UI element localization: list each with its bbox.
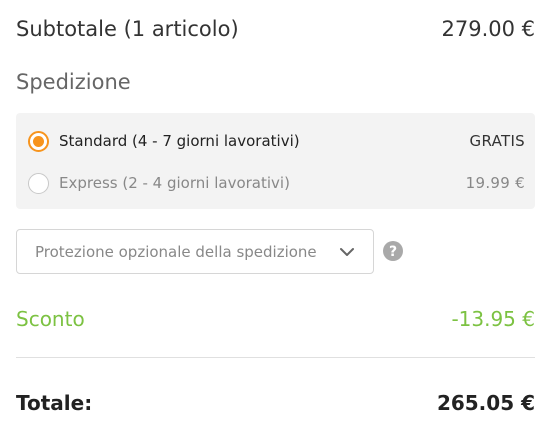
subtotal-label: Subtotale (1 articolo) (16, 17, 239, 41)
radio-standard[interactable] (28, 130, 49, 152)
shipping-protection-select[interactable]: Protezione opzionale della spedizione (16, 229, 374, 274)
subtotal-row: Subtotale (1 articolo) 279.00 € (16, 12, 535, 46)
question-circle-icon[interactable]: ? (382, 240, 404, 262)
discount-row: Sconto -13.95 € (16, 303, 535, 335)
shipping-option-label: Standard (4 - 7 giorni lavorativi) (59, 132, 300, 150)
svg-text:?: ? (389, 244, 397, 260)
shipping-option-express[interactable]: Express (2 - 4 giorni lavorativi) 19.99 … (28, 168, 525, 198)
subtotal-value: 279.00 € (441, 17, 535, 41)
discount-label: Sconto (16, 307, 85, 331)
shipping-title: Spedizione (16, 70, 131, 94)
shipping-option-label: Express (2 - 4 giorni lavorativi) (59, 174, 290, 192)
divider (16, 357, 535, 358)
discount-value: -13.95 € (451, 307, 535, 331)
shipping-option-standard[interactable]: Standard (4 - 7 giorni lavorativi) GRATI… (28, 126, 525, 156)
shipping-option-price: GRATIS (469, 132, 525, 150)
radio-express[interactable] (28, 172, 49, 194)
shipping-protection-placeholder: Protezione opzionale della spedizione (35, 242, 317, 261)
total-label: Totale: (16, 391, 93, 415)
shipping-option-price: 19.99 € (465, 174, 525, 192)
total-value: 265.05 € (436, 391, 535, 415)
shipping-options-panel: Standard (4 - 7 giorni lavorativi) GRATI… (16, 113, 535, 209)
total-row: Totale: 265.05 € (16, 387, 535, 419)
chevron-down-icon (340, 248, 354, 256)
